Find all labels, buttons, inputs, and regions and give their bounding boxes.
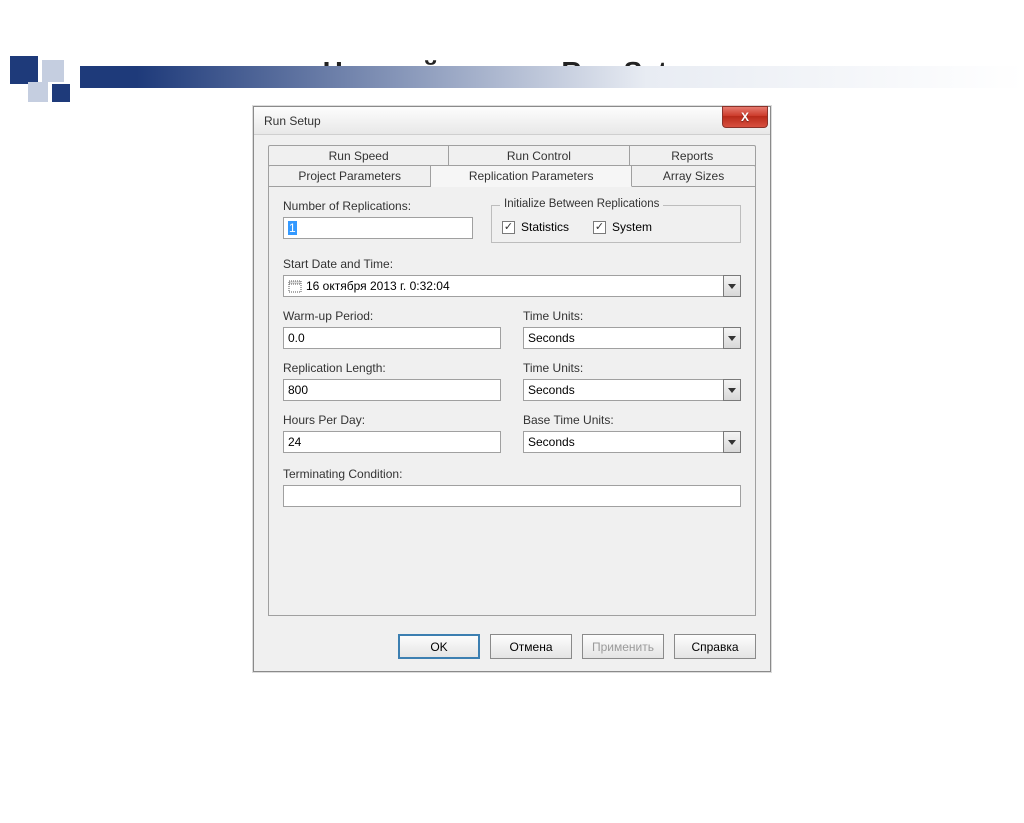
- base-units-value: Seconds: [528, 435, 575, 449]
- tabs: Run Speed Run Control Reports Project Pa…: [268, 145, 756, 616]
- tab-run-speed[interactable]: Run Speed: [268, 145, 449, 166]
- cancel-button[interactable]: Отмена: [490, 634, 572, 659]
- warmup-label: Warm-up Period:: [283, 309, 501, 323]
- start-date-label: Start Date and Time:: [283, 257, 741, 271]
- deco-bar: [80, 66, 1024, 88]
- statistics-checkbox[interactable]: ✓ Statistics: [502, 220, 569, 234]
- apply-button[interactable]: Применить: [582, 634, 664, 659]
- tab-array-sizes[interactable]: Array Sizes: [632, 165, 756, 186]
- init-between-replications-group: Initialize Between Replications ✓ Statis…: [491, 205, 741, 243]
- system-checkbox[interactable]: ✓ System: [593, 220, 652, 234]
- warmup-units-value: Seconds: [528, 331, 575, 345]
- replen-label: Replication Length:: [283, 361, 501, 375]
- statistics-label: Statistics: [521, 220, 569, 234]
- hours-per-day-input[interactable]: [283, 431, 501, 453]
- slide-decoration: [0, 56, 1024, 104]
- dropdown-button[interactable]: [723, 275, 741, 297]
- tab-content: Number of Replications: 1 Initialize Bet…: [268, 186, 756, 616]
- warmup-input[interactable]: [283, 327, 501, 349]
- base-units-dropdown[interactable]: Seconds: [523, 431, 741, 453]
- num-replications-input[interactable]: 1: [283, 217, 473, 239]
- help-button[interactable]: Справка: [674, 634, 756, 659]
- checkbox-checked-icon: ✓: [502, 221, 515, 234]
- dropdown-button[interactable]: [723, 379, 741, 401]
- start-date-dropdown[interactable]: 16 октября 2013 г. 0:32:04: [283, 275, 741, 297]
- warmup-units-dropdown[interactable]: Seconds: [523, 327, 741, 349]
- replication-length-input[interactable]: [283, 379, 501, 401]
- calendar-icon: [288, 279, 302, 293]
- ok-button[interactable]: OK: [398, 634, 480, 659]
- tab-replication-parameters[interactable]: Replication Parameters: [431, 165, 632, 187]
- button-bar: OK Отмена Применить Справка: [254, 624, 770, 671]
- titlebar[interactable]: Run Setup X: [254, 107, 770, 135]
- tab-run-control[interactable]: Run Control: [449, 145, 629, 166]
- deco-square: [28, 82, 48, 102]
- chevron-down-icon: [728, 284, 736, 289]
- system-label: System: [612, 220, 652, 234]
- tab-project-parameters[interactable]: Project Parameters: [268, 165, 431, 186]
- terminating-condition-label: Terminating Condition:: [283, 467, 741, 481]
- tab-reports[interactable]: Reports: [630, 145, 756, 166]
- terminating-condition-input[interactable]: [283, 485, 741, 507]
- dialog-body: Run Speed Run Control Reports Project Pa…: [254, 135, 770, 624]
- close-button[interactable]: X: [722, 106, 768, 128]
- checkbox-checked-icon: ✓: [593, 221, 606, 234]
- hours-per-day-label: Hours Per Day:: [283, 413, 501, 427]
- dropdown-button[interactable]: [723, 327, 741, 349]
- replen-units-dropdown[interactable]: Seconds: [523, 379, 741, 401]
- chevron-down-icon: [728, 440, 736, 445]
- num-replications-value: 1: [288, 221, 297, 235]
- num-replications-label: Number of Replications:: [283, 199, 473, 213]
- group-title: Initialize Between Replications: [500, 198, 663, 210]
- dialog-title: Run Setup: [264, 114, 321, 128]
- dropdown-button[interactable]: [723, 431, 741, 453]
- deco-square: [10, 56, 38, 84]
- replen-units-label: Time Units:: [523, 361, 741, 375]
- replen-units-value: Seconds: [528, 383, 575, 397]
- base-units-label: Base Time Units:: [523, 413, 741, 427]
- chevron-down-icon: [728, 336, 736, 341]
- close-icon: X: [741, 110, 749, 124]
- deco-square: [42, 60, 64, 82]
- start-date-value: 16 октября 2013 г. 0:32:04: [283, 275, 723, 297]
- deco-square: [52, 84, 70, 102]
- warmup-units-label: Time Units:: [523, 309, 741, 323]
- run-setup-dialog: Run Setup X Run Speed Run Control Report…: [253, 106, 771, 672]
- chevron-down-icon: [728, 388, 736, 393]
